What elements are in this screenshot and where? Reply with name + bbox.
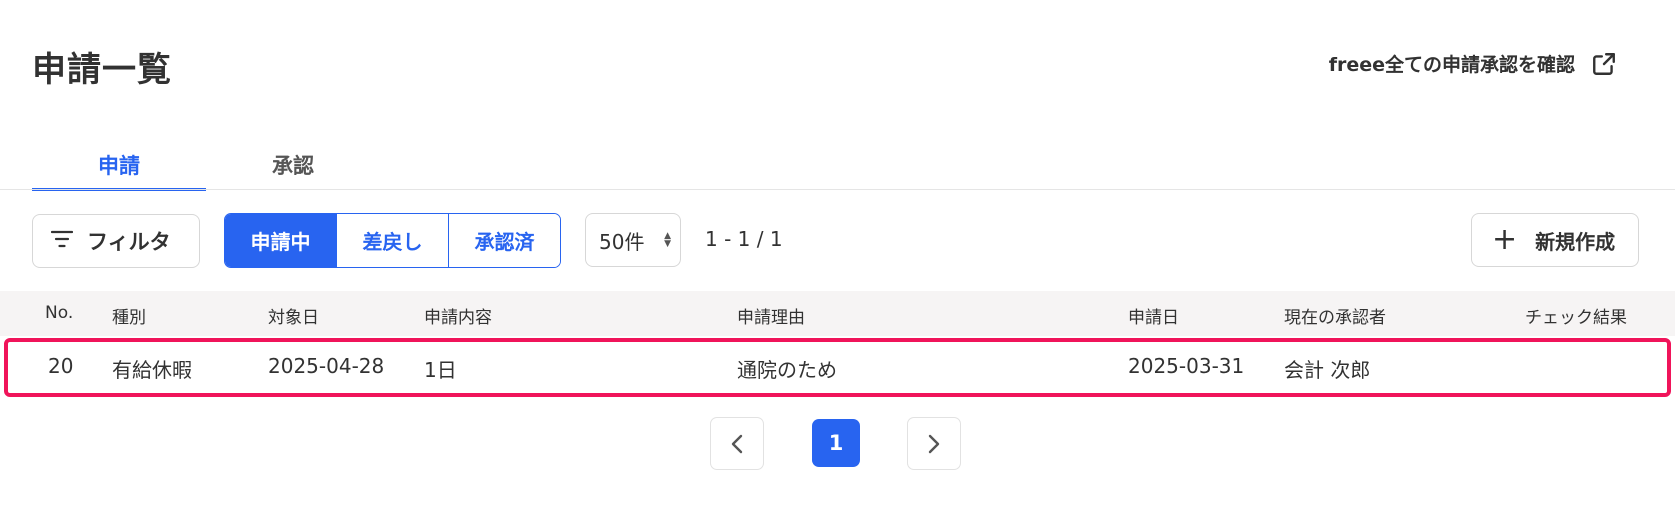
- previous-page-button[interactable]: [710, 417, 764, 470]
- column-header-no: No.: [45, 303, 74, 323]
- cell-target-date: 2025-04-28: [268, 354, 385, 378]
- status-approved-button[interactable]: 承認済: [448, 214, 560, 267]
- filter-button-label: フィルタ: [87, 230, 171, 254]
- tab-approvals[interactable]: 承認: [206, 140, 380, 190]
- cell-applied-date: 2025-03-31: [1128, 354, 1245, 378]
- tab-applications[interactable]: 申請: [32, 140, 206, 191]
- chevron-left-icon: [730, 433, 744, 455]
- result-range-text: 1 - 1 / 1: [705, 227, 783, 251]
- column-header-content: 申請内容: [424, 308, 492, 328]
- external-link-icon: [1591, 51, 1617, 77]
- select-arrows-icon: ▲ ▼: [664, 231, 671, 249]
- new-request-button-label: 新規作成: [1535, 229, 1616, 254]
- page-number-current[interactable]: 1: [812, 419, 860, 467]
- filter-icon: [50, 230, 74, 252]
- tab-divider: [0, 189, 1675, 190]
- status-returned-button[interactable]: 差戻し: [336, 214, 448, 267]
- page-title: 申請一覧: [32, 50, 172, 90]
- tab-bar: 申請 承認: [32, 140, 380, 191]
- column-header-applied-date: 申請日: [1128, 308, 1179, 328]
- plus-icon: +: [1492, 222, 1518, 257]
- column-header-target-date: 対象日: [268, 308, 319, 328]
- column-header-type: 種別: [112, 308, 146, 328]
- cell-content: 1日: [424, 358, 457, 382]
- cell-no: 20: [48, 354, 74, 378]
- cell-reason: 通院のため: [737, 358, 837, 382]
- cell-approver: 会計 次郎: [1284, 358, 1371, 382]
- page-size-select[interactable]: 50件 ▲ ▼: [585, 213, 681, 267]
- next-page-button[interactable]: [907, 417, 961, 470]
- chevron-right-icon: [927, 433, 941, 455]
- table-row[interactable]: [4, 338, 1671, 397]
- page-size-value: 50件: [599, 229, 645, 254]
- cell-type: 有給休暇: [112, 358, 192, 382]
- column-header-check-result: チェック結果: [1525, 308, 1627, 328]
- column-header-approver: 現在の承認者: [1284, 308, 1386, 328]
- column-header-reason: 申請理由: [737, 308, 805, 328]
- table-header: No. 種別 対象日 申請内容 申請理由 申請日 現在の承認者 チェック結果: [0, 291, 1675, 336]
- external-approvals-link-label: freee全ての申請承認を確認: [1328, 54, 1575, 76]
- external-approvals-link[interactable]: freee全ての申請承認を確認: [1329, 50, 1617, 77]
- status-segmented-control: 申請中 差戻し 承認済: [224, 213, 561, 268]
- status-pending-button[interactable]: 申請中: [225, 214, 336, 267]
- filter-button[interactable]: フィルタ: [32, 214, 200, 268]
- new-request-button[interactable]: + 新規作成: [1471, 213, 1639, 267]
